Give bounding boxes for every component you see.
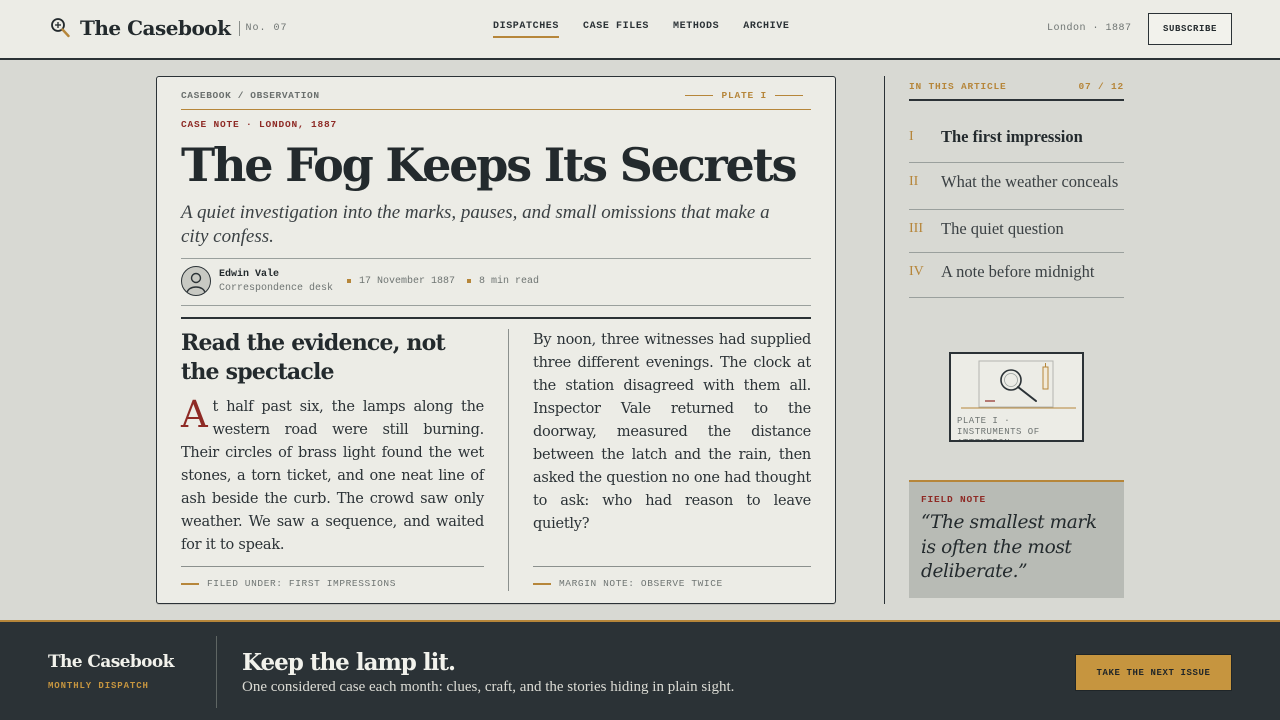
paragraph-left: At half past six, the lamps along the we… [181, 396, 484, 557]
margin-note-rule [533, 566, 811, 567]
plate-label: PLATE I [677, 90, 811, 101]
filed-under-text: FILED UNDER: FIRST IMPRESSIONS [207, 578, 397, 589]
toc-header-rule [909, 99, 1124, 101]
breadcrumb[interactable]: CASEBOOK / OBSERVATION [181, 90, 320, 101]
drop-cap: A [181, 393, 208, 436]
header-divider [181, 109, 811, 110]
article-dek: A quiet investigation into the marks, pa… [181, 202, 770, 247]
toc-item-weather-conceals[interactable]: II What the weather conceals [909, 163, 1124, 210]
newsletter-footer: The Casebook MONTHLY DISPATCH Keep the l… [0, 620, 1280, 720]
article-meta: 17 November 1887 8 min read [347, 276, 551, 287]
author-name[interactable]: Edwin Vale [219, 269, 333, 280]
toc-numeral: I [909, 129, 914, 144]
toc-label: What the weather conceals [941, 172, 1119, 191]
footer-subtitle: MONTHLY DISPATCH [48, 681, 149, 691]
read-time-text: 8 min read [479, 275, 540, 287]
toc-item-quiet-question[interactable]: III The quiet question [909, 210, 1124, 253]
toc-title: IN THIS ARTICLE [909, 81, 1007, 92]
toc-numeral: IV [909, 264, 924, 279]
issue-number: No. 07 [238, 20, 288, 36]
magnifier-instruments-icon [961, 360, 1076, 409]
body-top-rule [181, 317, 811, 319]
gold-dash [533, 582, 551, 585]
table-of-contents: I The first impression II What the weath… [909, 114, 1124, 298]
magnifier-logo-icon [51, 18, 70, 38]
publish-date: 17 November 1887 [347, 276, 455, 287]
gold-dash [181, 582, 199, 585]
footer-text: One considered case each month: clues, c… [242, 679, 735, 695]
author-avatar[interactable] [181, 266, 211, 296]
bullet-icon [347, 279, 352, 283]
location-date: London · 1887 [1047, 23, 1132, 34]
brand-name: The Casebook [80, 16, 231, 40]
field-note: FIELD NOTE “The smallest mark is often t… [909, 480, 1124, 598]
plate-label-rule-left [685, 95, 714, 96]
next-issue-button[interactable]: TAKE THE NEXT ISSUE [1075, 654, 1232, 691]
plate-caption: PLATE I · INSTRUMENTS OF ATTENTION [957, 416, 1040, 440]
byline: Edwin Vale Correspondence desk 17 Novemb… [181, 266, 551, 296]
brand[interactable]: The Casebook No. 07 [50, 16, 288, 40]
filed-under-rule [181, 566, 484, 567]
author-role: Correspondence desk [219, 282, 334, 294]
author-info: Edwin Vale Correspondence desk [219, 269, 333, 294]
footer-brand: The Casebook [48, 652, 174, 672]
toc-item-first-impression[interactable]: I The first impression [909, 114, 1124, 163]
plate-label-rule-right [775, 95, 803, 96]
toc-numeral: III [909, 221, 923, 236]
nav-archive[interactable]: ARCHIVE [743, 21, 789, 38]
toc-count: 07 / 12 [1078, 81, 1124, 92]
person-icon [186, 272, 206, 294]
toc-label: The quiet question [941, 219, 1064, 238]
toc-item-note-before-midnight[interactable]: IV A note before midnight [909, 253, 1124, 298]
publish-date-text: 17 November 1887 [359, 275, 456, 287]
byline-top-divider [181, 258, 811, 259]
paragraph-left-text: t half past six, the lamps along the wes… [181, 399, 484, 553]
nav-case-files[interactable]: CASE FILES [583, 21, 649, 38]
main-nav: DISPATCHES CASE FILES METHODS ARCHIVE [493, 21, 813, 38]
nav-dispatches[interactable]: DISPATCHES [493, 21, 560, 38]
article-card: CASEBOOK / OBSERVATION PLATE I CASE NOTE… [156, 76, 836, 604]
article-title: The Fog Keeps Its Secrets [181, 138, 798, 192]
toc-label: The first impression [941, 127, 1083, 146]
bullet-icon [467, 279, 472, 283]
toc-numeral: II [909, 174, 919, 189]
top-navigation-bar: The Casebook No. 07 DISPATCHES CASE FILE… [0, 0, 1280, 60]
margin-note: MARGIN NOTE: OBSERVE TWICE [533, 578, 723, 589]
field-note-label: FIELD NOTE [921, 494, 987, 505]
plate-illustration-card[interactable]: PLATE I · INSTRUMENTS OF ATTENTION [949, 352, 1084, 442]
subscribe-button[interactable]: SUBSCRIBE [1148, 13, 1232, 45]
toc-header: IN THIS ARTICLE 07 / 12 [909, 81, 1124, 92]
margin-note-text: MARGIN NOTE: OBSERVE TWICE [559, 578, 723, 589]
field-note-quote: “The smallest mark is often the most del… [921, 512, 1097, 582]
plate-label-text: PLATE I [721, 90, 767, 101]
toc-label: A note before midnight [941, 262, 1095, 281]
article-column-left: Read the evidence, not the spectacle At … [181, 329, 484, 557]
section-heading: Read the evidence, not the spectacle [181, 330, 446, 385]
sidebar-divider [884, 76, 885, 604]
article-kicker: CASE NOTE · LONDON, 1887 [181, 119, 338, 130]
footer-divider [216, 636, 217, 708]
nav-methods[interactable]: METHODS [673, 21, 719, 38]
article-column-right: By noon, three witnesses had supplied th… [533, 329, 811, 536]
paragraph-right: By noon, three witnesses had supplied th… [533, 332, 811, 532]
footer-title: Keep the lamp lit. [242, 649, 456, 676]
filed-under-note[interactable]: FILED UNDER: FIRST IMPRESSIONS [181, 578, 396, 589]
byline-bottom-divider [181, 305, 811, 306]
read-time: 8 min read [467, 276, 539, 287]
column-divider [508, 329, 509, 591]
